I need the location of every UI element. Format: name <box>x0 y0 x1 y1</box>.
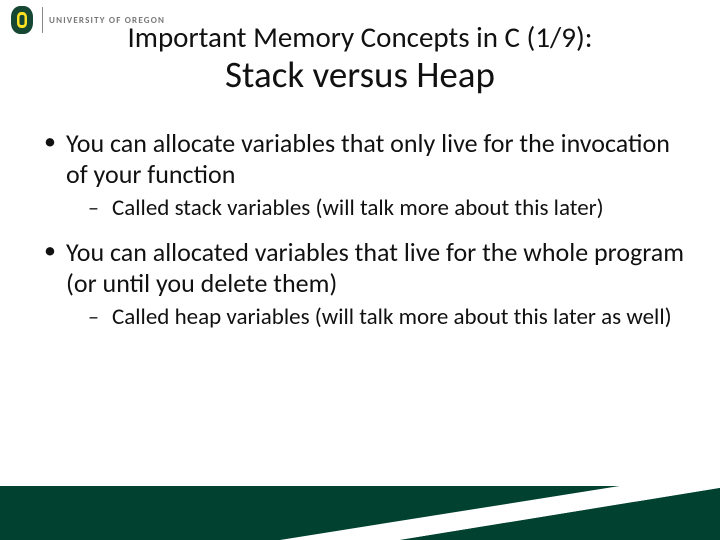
sub-bullet-list: Called stack variables (will talk more a… <box>66 195 690 223</box>
footer-diagonal-icon <box>0 470 720 540</box>
bullet-item: You can allocated variables that live fo… <box>40 237 690 332</box>
title-line-1: Important Memory Concepts in C (1/9): <box>0 22 720 54</box>
sub-bullet-list: Called heap variables (will talk more ab… <box>66 304 690 332</box>
bullet-text: You can allocated variables that live fo… <box>66 236 684 299</box>
sub-bullet-item: Called stack variables (will talk more a… <box>84 195 690 223</box>
slide-body: You can allocate variables that only liv… <box>40 128 690 346</box>
sub-bullet-text: Called stack variables (will talk more a… <box>112 194 604 222</box>
bullet-text: You can allocate variables that only liv… <box>66 127 670 190</box>
bullet-item: You can allocate variables that only liv… <box>40 128 690 223</box>
sub-bullet-item: Called heap variables (will talk more ab… <box>84 304 690 332</box>
title-line-2: Stack versus Heap <box>0 54 720 97</box>
slide: UNIVERSITY OF OREGON Important Memory Co… <box>0 0 720 540</box>
bullet-list: You can allocate variables that only liv… <box>40 128 690 332</box>
slide-title: Important Memory Concepts in C (1/9): St… <box>0 22 720 96</box>
sub-bullet-text: Called heap variables (will talk more ab… <box>112 303 672 331</box>
footer-banner <box>0 470 720 540</box>
